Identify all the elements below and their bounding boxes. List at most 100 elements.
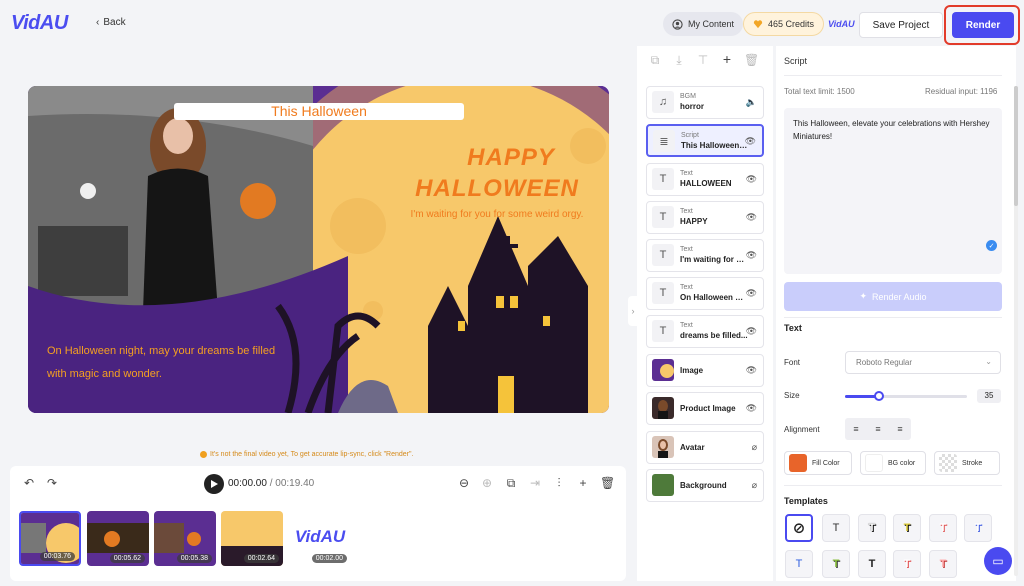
- canvas-happy-text[interactable]: HAPPY: [436, 144, 586, 172]
- add-clip-icon[interactable]: +: [576, 476, 590, 490]
- volume-icon[interactable]: 🔈: [746, 97, 757, 108]
- duplicate-icon[interactable]: ⧉: [504, 476, 518, 491]
- align-right-icon[interactable]: ≡: [897, 424, 902, 434]
- eye-icon[interactable]: 👁: [746, 403, 757, 414]
- template-item[interactable]: T: [858, 514, 886, 542]
- eye-icon[interactable]: 👁: [746, 326, 757, 337]
- layer-item[interactable]: Image 👁: [646, 354, 764, 387]
- eye-icon[interactable]: 👁: [745, 136, 756, 147]
- split-icon[interactable]: ⇥: [528, 476, 542, 490]
- layer-sub: BGM: [680, 93, 696, 100]
- size-label: Size: [784, 391, 800, 400]
- zoom-out-icon[interactable]: ⊖: [457, 476, 471, 490]
- eye-off-icon[interactable]: ⌀: [752, 480, 757, 491]
- back-button[interactable]: ‹ Back: [96, 17, 126, 28]
- undo-icon[interactable]: ↶: [22, 476, 36, 490]
- size-value[interactable]: 35: [977, 389, 1001, 403]
- template-item[interactable]: T: [785, 550, 813, 578]
- layer-name: Product Image: [680, 404, 736, 413]
- template-item[interactable]: T: [964, 514, 992, 542]
- eye-icon[interactable]: 👁: [746, 288, 757, 299]
- eye-icon[interactable]: 👁: [746, 250, 757, 261]
- template-item[interactable]: T: [893, 514, 921, 542]
- layer-item[interactable]: Background ⌀: [646, 469, 764, 502]
- app-window: VidAU ‹ Back My Content 465 Credits VidA…: [0, 0, 1024, 586]
- residual-input-label: Residual input: 1196: [925, 87, 998, 96]
- layer-item[interactable]: T Text I'm waiting for you... 👁: [646, 239, 764, 272]
- layer-item[interactable]: Avatar ⌀: [646, 431, 764, 464]
- eye-off-icon[interactable]: ⌀: [752, 442, 757, 453]
- chevron-left-icon: ‹: [96, 17, 100, 28]
- copy-layer-icon[interactable]: ⧉: [648, 53, 662, 68]
- play-button[interactable]: [204, 474, 224, 494]
- my-content-button[interactable]: My Content: [663, 12, 744, 36]
- template-item[interactable]: T: [929, 550, 957, 578]
- layer-item[interactable]: ≣ Script This Halloween, e... 👁: [646, 124, 764, 157]
- fill-color-button[interactable]: Fill Color: [784, 451, 852, 475]
- layer-item[interactable]: Product Image 👁: [646, 392, 764, 425]
- render-notice: It's not the final video yet, To get acc…: [200, 451, 413, 458]
- canvas-halloween-text[interactable]: HALLOWEEN: [392, 175, 602, 203]
- layer-item[interactable]: T Text On Halloween night... 👁: [646, 277, 764, 310]
- text-icon: T: [652, 282, 674, 304]
- script-section-title: Script: [784, 56, 808, 66]
- move-down-icon[interactable]: ⤓: [672, 53, 686, 68]
- canvas-bottom-text[interactable]: On Halloween night, may your dreams be f…: [47, 340, 287, 386]
- align-center-icon[interactable]: ≡: [875, 424, 880, 434]
- split-clip-icon[interactable]: ⫶: [552, 476, 566, 491]
- clip-thumb[interactable]: 00:02.64: [221, 511, 283, 566]
- text-section-title: Text: [784, 323, 802, 333]
- script-textarea[interactable]: This Halloween, elevate your celebration…: [784, 108, 1002, 274]
- help-chat-button[interactable]: ▭: [984, 547, 1012, 575]
- delete-layer-icon[interactable]: 🗑: [744, 53, 759, 67]
- layer-item[interactable]: T Text HAPPY 👁: [646, 201, 764, 234]
- eye-icon[interactable]: 👁: [746, 174, 757, 185]
- clip-thumb[interactable]: VidAU 00:02.00: [289, 511, 351, 566]
- render-audio-button[interactable]: ✦ Render Audio: [784, 282, 1002, 311]
- bg-color-swatch: [865, 454, 883, 472]
- template-item[interactable]: T: [929, 514, 957, 542]
- size-slider-handle[interactable]: [874, 391, 884, 401]
- collapse-panel-toggle[interactable]: ›: [628, 296, 638, 326]
- eye-icon[interactable]: 👁: [746, 212, 757, 223]
- layer-item[interactable]: T Text dreams be filled... 👁: [646, 315, 764, 348]
- clip-thumb[interactable]: 00:03.76: [19, 511, 81, 566]
- panel-scrollbar[interactable]: [1014, 86, 1018, 576]
- align-left-icon[interactable]: ≡: [853, 424, 858, 434]
- layer-item[interactable]: T Text HALLOWEEN 👁: [646, 163, 764, 196]
- stroke-swatch: [939, 454, 957, 472]
- template-item[interactable]: T: [822, 514, 850, 542]
- template-item[interactable]: T: [858, 550, 886, 578]
- canvas-waiting-text[interactable]: I'm waiting for you for some weird orgy.: [388, 209, 606, 220]
- zoom-in-icon[interactable]: ⊕: [480, 476, 494, 490]
- eye-icon[interactable]: 👁: [746, 365, 757, 376]
- template-item[interactable]: T: [822, 550, 850, 578]
- add-layer-icon[interactable]: +: [720, 51, 734, 67]
- template-item[interactable]: T: [893, 550, 921, 578]
- scrollbar-thumb[interactable]: [1014, 86, 1018, 206]
- layer-item[interactable]: ♫ BGM horror 🔈: [646, 86, 764, 119]
- layer-sub: Text: [680, 208, 693, 215]
- clip-thumb[interactable]: 00:05.62: [87, 511, 149, 566]
- format-paint-icon[interactable]: ⊤: [696, 53, 710, 67]
- stroke-button[interactable]: Stroke: [934, 451, 1000, 475]
- user-circle-icon: [672, 18, 683, 30]
- layer-name: HALLOWEEN: [680, 179, 732, 188]
- credits-badge[interactable]: 465 Credits: [743, 12, 825, 36]
- clip-thumb[interactable]: 00:05.38: [154, 511, 216, 566]
- trash-icon[interactable]: 🗑: [600, 476, 615, 490]
- font-select[interactable]: Roboto Regular ⌄: [845, 351, 1001, 374]
- my-content-label: My Content: [688, 19, 735, 29]
- template-none[interactable]: ⊘: [785, 514, 813, 542]
- canvas-title-text[interactable]: This Halloween: [174, 103, 464, 120]
- vidau-small-logo: VidAU: [828, 19, 855, 29]
- redo-icon[interactable]: ↷: [45, 476, 59, 490]
- stroke-label: Stroke: [962, 459, 983, 467]
- sparkle-icon: ✦: [859, 291, 867, 301]
- vidau-logo[interactable]: VidAU: [11, 12, 68, 35]
- background-thumb-icon: [652, 474, 674, 496]
- clip-logo-text: VidAU: [294, 527, 346, 546]
- bg-color-button[interactable]: BG color: [860, 451, 926, 475]
- save-project-button[interactable]: Save Project: [859, 12, 943, 38]
- chevron-right-icon: ›: [631, 306, 635, 316]
